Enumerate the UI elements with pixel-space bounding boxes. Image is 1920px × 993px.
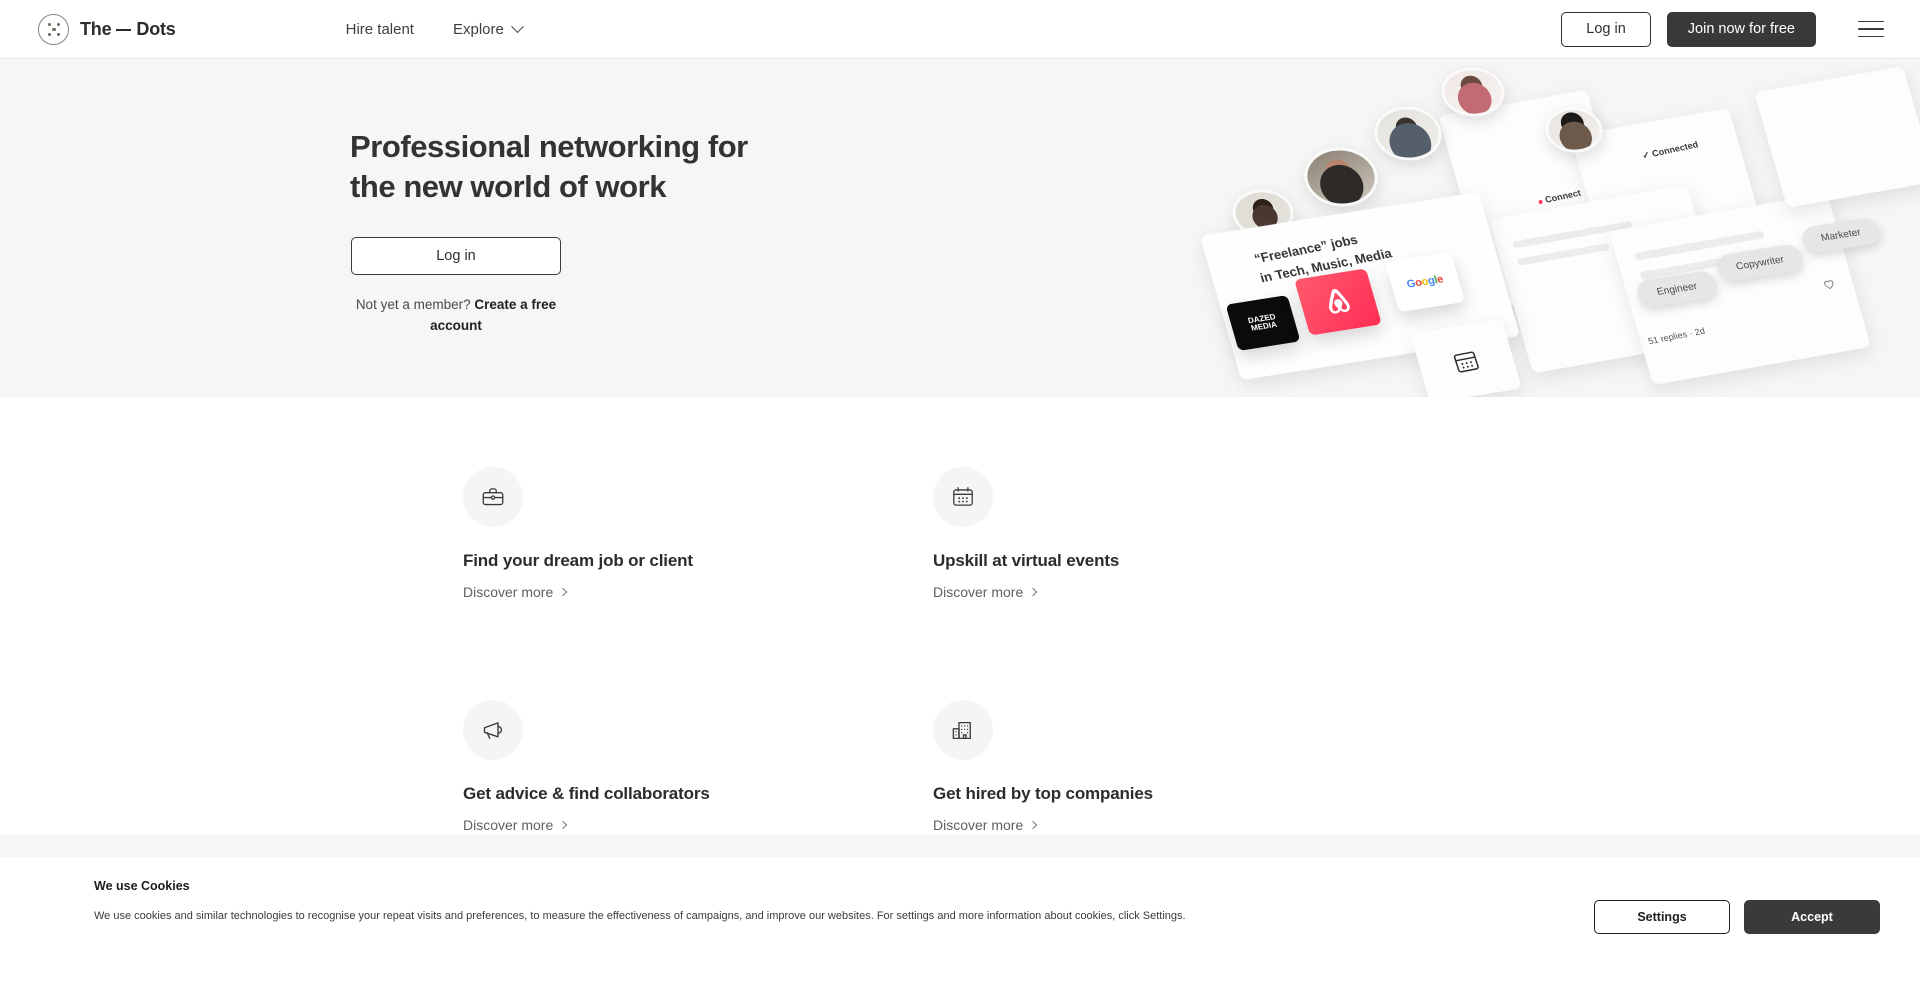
feature-card-virtual-events[interactable]: Upskill at virtual events Discover more xyxy=(933,467,1403,602)
chevron-right-icon xyxy=(1029,820,1038,829)
section-divider-band xyxy=(0,835,1920,857)
cookie-banner-body: We use cookies and similar technologies … xyxy=(94,910,1186,922)
discover-more-label: Discover more xyxy=(933,817,1024,833)
brand-name: The Dots xyxy=(80,19,176,40)
hero-illustration: ✓ Connected Connect “Freelance” jobs in … xyxy=(1200,59,1920,397)
brand-logo[interactable]: The Dots xyxy=(38,13,176,45)
cookie-banner-title: We use Cookies xyxy=(94,879,190,893)
chevron-right-icon xyxy=(559,587,568,596)
discover-more-link[interactable]: Discover more xyxy=(933,817,1038,833)
cookie-banner-actions: Settings Accept xyxy=(1594,900,1880,934)
brand-dash xyxy=(116,29,132,31)
discover-more-link[interactable]: Discover more xyxy=(933,584,1038,600)
features-section: Find your dream job or client Discover m… xyxy=(0,397,1920,835)
brand-name-left: The xyxy=(80,18,112,39)
feature-card-get-advice[interactable]: Get advice & find collaborators Discover… xyxy=(463,700,933,835)
login-button[interactable]: Log in xyxy=(1561,11,1651,47)
illustration-avatar-3 xyxy=(1368,102,1448,165)
chevron-down-icon xyxy=(510,19,524,33)
illustration-brand-tile-airbnb xyxy=(1294,268,1382,336)
office-building-icon xyxy=(933,700,993,760)
calendar-icon xyxy=(1453,351,1479,373)
feature-title: Find your dream job or client xyxy=(463,551,693,570)
feature-title: Upskill at virtual events xyxy=(933,551,1120,570)
join-now-button[interactable]: Join now for free xyxy=(1666,11,1816,47)
feature-card-find-job[interactable]: Find your dream job or client Discover m… xyxy=(463,467,933,602)
features-grid: Find your dream job or client Discover m… xyxy=(370,467,1550,835)
airbnb-icon xyxy=(1329,288,1350,314)
chevron-right-icon xyxy=(559,820,568,829)
nav-item-hire-talent-label: Hire talent xyxy=(345,20,414,38)
cookie-settings-button[interactable]: Settings xyxy=(1594,900,1730,934)
illustration-brand-tile-dazed: DAZED MEDIA xyxy=(1225,295,1301,351)
hero-section: Professional networking for the new worl… xyxy=(0,59,1920,397)
cookie-consent-banner: We use Cookies We use cookies and simila… xyxy=(0,857,1920,934)
cookie-accept-button[interactable]: Accept xyxy=(1744,900,1880,934)
page-title: Professional networking for the new worl… xyxy=(350,129,748,204)
cookie-banner-text: We use Cookies We use cookies and simila… xyxy=(36,879,1186,925)
feature-title: Get advice & find collaborators xyxy=(463,784,710,803)
nav-item-explore[interactable]: Explore xyxy=(452,19,524,38)
megaphone-icon xyxy=(463,700,523,760)
nav-actions: Log in Join now for free xyxy=(1561,11,1884,47)
primary-nav: Hire talent Explore xyxy=(346,19,524,38)
illustration-card-topright xyxy=(1754,66,1920,208)
brand-name-right: Dots xyxy=(136,18,176,39)
hero-signup-prefix: Not yet a member? xyxy=(355,297,475,313)
top-navbar: The Dots Hire talent Explore Log in Join… xyxy=(0,0,1920,59)
feature-card-get-hired[interactable]: Get hired by top companies Discover more xyxy=(933,700,1403,835)
nav-item-explore-label: Explore xyxy=(452,20,504,38)
feature-title: Get hired by top companies xyxy=(933,784,1153,803)
discover-more-label: Discover more xyxy=(463,584,554,600)
hero-copy: Professional networking for the new worl… xyxy=(250,59,810,336)
discover-more-link[interactable]: Discover more xyxy=(463,584,568,600)
discover-more-link[interactable]: Discover more xyxy=(463,817,568,833)
calendar-icon xyxy=(933,467,993,527)
hero-signup-prompt: Not yet a member? Create a free account xyxy=(350,295,562,336)
five-dots-circle-logo-icon xyxy=(38,13,69,45)
briefcase-icon xyxy=(463,467,523,527)
illustration-calendar-card xyxy=(1410,319,1522,397)
discover-more-label: Discover more xyxy=(933,584,1024,600)
hamburger-menu-icon[interactable] xyxy=(1858,18,1884,40)
hero-login-button[interactable]: Log in xyxy=(351,237,561,276)
illustration-brand-tile-google: Google xyxy=(1384,251,1466,313)
illustration-avatar-2 xyxy=(1297,143,1385,211)
nav-item-hire-talent[interactable]: Hire talent xyxy=(346,21,414,38)
chevron-right-icon xyxy=(1029,587,1038,596)
discover-more-label: Discover more xyxy=(463,817,554,833)
